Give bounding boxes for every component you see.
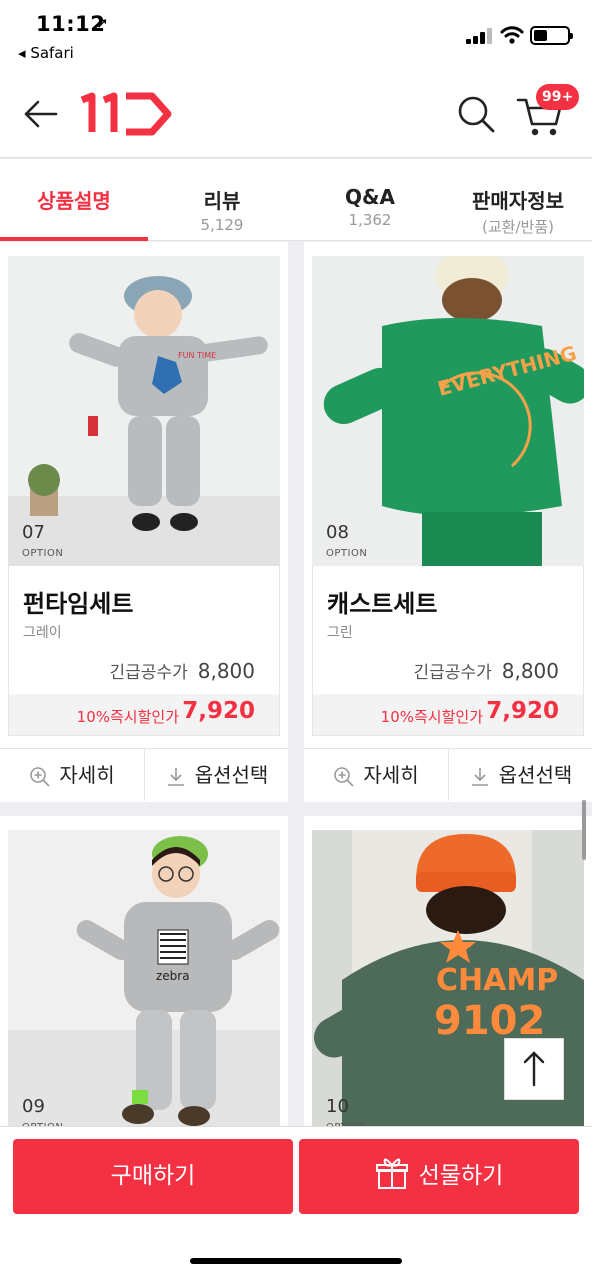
tab-sub: (교환/반품) — [482, 218, 554, 236]
option-select-label: 옵션선택 — [498, 763, 573, 787]
option-select-button[interactable]: 옵션선택 — [448, 749, 592, 801]
product-image[interactable]: EVERYTHING 08 OPTION — [312, 256, 584, 566]
detail-label: 자세히 — [59, 763, 115, 787]
detail-button[interactable]: 자세히 — [304, 749, 448, 801]
option-number: 07 — [22, 522, 45, 543]
option-select-label: 옵션선택 — [194, 763, 269, 787]
product-color: 그레이 — [23, 625, 62, 641]
tab-label: 리뷰 — [203, 189, 241, 213]
discount-price: 7,920 — [182, 698, 255, 724]
gift-button[interactable]: 선물하기 — [299, 1139, 579, 1214]
product-detail-page: 11:12 ➚ ◂ Safari 11 — [0, 0, 592, 1280]
buy-button[interactable]: 구매하기 — [13, 1139, 293, 1214]
gift-icon — [375, 1158, 408, 1189]
tab-count: 1,362 — [348, 211, 392, 229]
product-card: zebra 09 OPTION — [0, 816, 288, 1142]
discount-label: 10%즉시할인가 — [76, 708, 179, 726]
product-grid: FUN TIME 07 OPTION 펀타임세트 그레이 긴급공수가 8,800 … — [0, 242, 592, 1142]
app-header: 11 99+ — [0, 68, 592, 158]
detail-button[interactable]: 자세히 — [0, 749, 144, 801]
back-app-label: Safari — [30, 44, 74, 62]
tab-product-description[interactable]: 상품설명 — [0, 159, 148, 241]
card-actions: 자세히 옵션선택 — [304, 748, 592, 801]
location-arrow-icon: ➚ — [96, 14, 109, 32]
tab-qna[interactable]: Q&A 1,362 — [296, 159, 444, 241]
product-card: FUN TIME 07 OPTION 펀타임세트 그레이 긴급공수가 8,800 … — [0, 242, 288, 802]
base-price-row: 긴급공수가 8,800 — [110, 658, 255, 683]
option-select-button[interactable]: 옵션선택 — [144, 749, 288, 801]
battery-level — [534, 30, 547, 41]
cart-count-badge: 99+ — [536, 84, 580, 110]
option-number: 09 — [22, 1096, 45, 1117]
tab-reviews[interactable]: 리뷰 5,129 — [148, 159, 296, 241]
status-time: 11:12 — [36, 12, 106, 36]
download-icon — [471, 767, 488, 786]
tab-label: 상품설명 — [37, 189, 111, 213]
scrollbar[interactable] — [582, 800, 586, 860]
arrow-up-icon — [523, 1051, 545, 1087]
card-actions: 자세히 옵션선택 — [0, 748, 288, 801]
cellular-signal-icon — [466, 28, 492, 44]
search-icon[interactable] — [454, 92, 498, 136]
purchase-bar: 구매하기 선물하기 — [0, 1126, 592, 1280]
gift-label: 선물하기 — [418, 1163, 504, 1189]
svg-text:CHAMP: CHAMP — [436, 963, 558, 998]
base-price-row: 긴급공수가 8,800 — [414, 658, 559, 683]
home-indicator — [190, 1258, 402, 1264]
product-info: 펀타임세트 그레이 긴급공수가 8,800 — [8, 566, 280, 694]
product-card: EVERYTHING 08 OPTION 캐스트세트 그린 긴급공수가 8,800… — [304, 242, 592, 802]
product-image[interactable]: FUN TIME 07 OPTION — [8, 256, 280, 566]
discount-price-row: 10%즉시할인가 7,920 — [8, 694, 280, 736]
battery-icon — [530, 26, 573, 45]
option-label: OPTION — [22, 548, 64, 559]
product-info: 캐스트세트 그린 긴급공수가 8,800 — [312, 566, 584, 694]
wifi-icon — [500, 26, 524, 44]
discount-price-row: 10%즉시할인가 7,920 — [312, 694, 584, 736]
zoom-in-icon — [334, 766, 354, 787]
zoom-in-icon — [30, 766, 50, 787]
detail-tabs: 상품설명 리뷰 5,129 Q&A 1,362 판매자정보 (교환/반품) — [0, 159, 592, 241]
product-color: 그린 — [327, 625, 353, 641]
status-bar: 11:12 ➚ ◂ Safari — [0, 0, 592, 68]
base-price: 8,800 — [197, 659, 255, 683]
base-price-label: 긴급공수가 — [109, 663, 188, 683]
tab-count: 5,129 — [200, 216, 244, 234]
back-arrow-icon[interactable] — [20, 94, 60, 134]
discount-price: 7,920 — [486, 698, 559, 724]
tab-label: Q&A — [345, 185, 395, 209]
svg-text:zebra: zebra — [156, 969, 190, 983]
scroll-to-top-button[interactable] — [504, 1038, 564, 1100]
11st-logo[interactable]: 11 — [78, 90, 174, 136]
back-to-app-link[interactable]: ◂ Safari — [18, 44, 74, 62]
option-number: 08 — [326, 522, 349, 543]
base-price-label: 긴급공수가 — [413, 663, 492, 683]
tab-label: 판매자정보 — [472, 189, 564, 213]
product-image[interactable]: zebra 09 OPTION — [8, 830, 280, 1140]
base-price: 8,800 — [501, 659, 559, 683]
download-icon — [167, 767, 184, 786]
product-name: 펀타임세트 — [23, 590, 134, 618]
option-number: 10 — [326, 1096, 349, 1117]
product-name: 캐스트세트 — [327, 590, 438, 618]
detail-label: 자세히 — [363, 763, 419, 787]
svg-text:FUN TIME: FUN TIME — [178, 351, 216, 360]
active-tab-indicator — [0, 237, 148, 241]
discount-label: 10%즉시할인가 — [380, 708, 483, 726]
buy-label: 구매하기 — [110, 1163, 196, 1189]
tab-seller-info[interactable]: 판매자정보 (교환/반품) — [444, 159, 592, 241]
option-label: OPTION — [326, 548, 368, 559]
